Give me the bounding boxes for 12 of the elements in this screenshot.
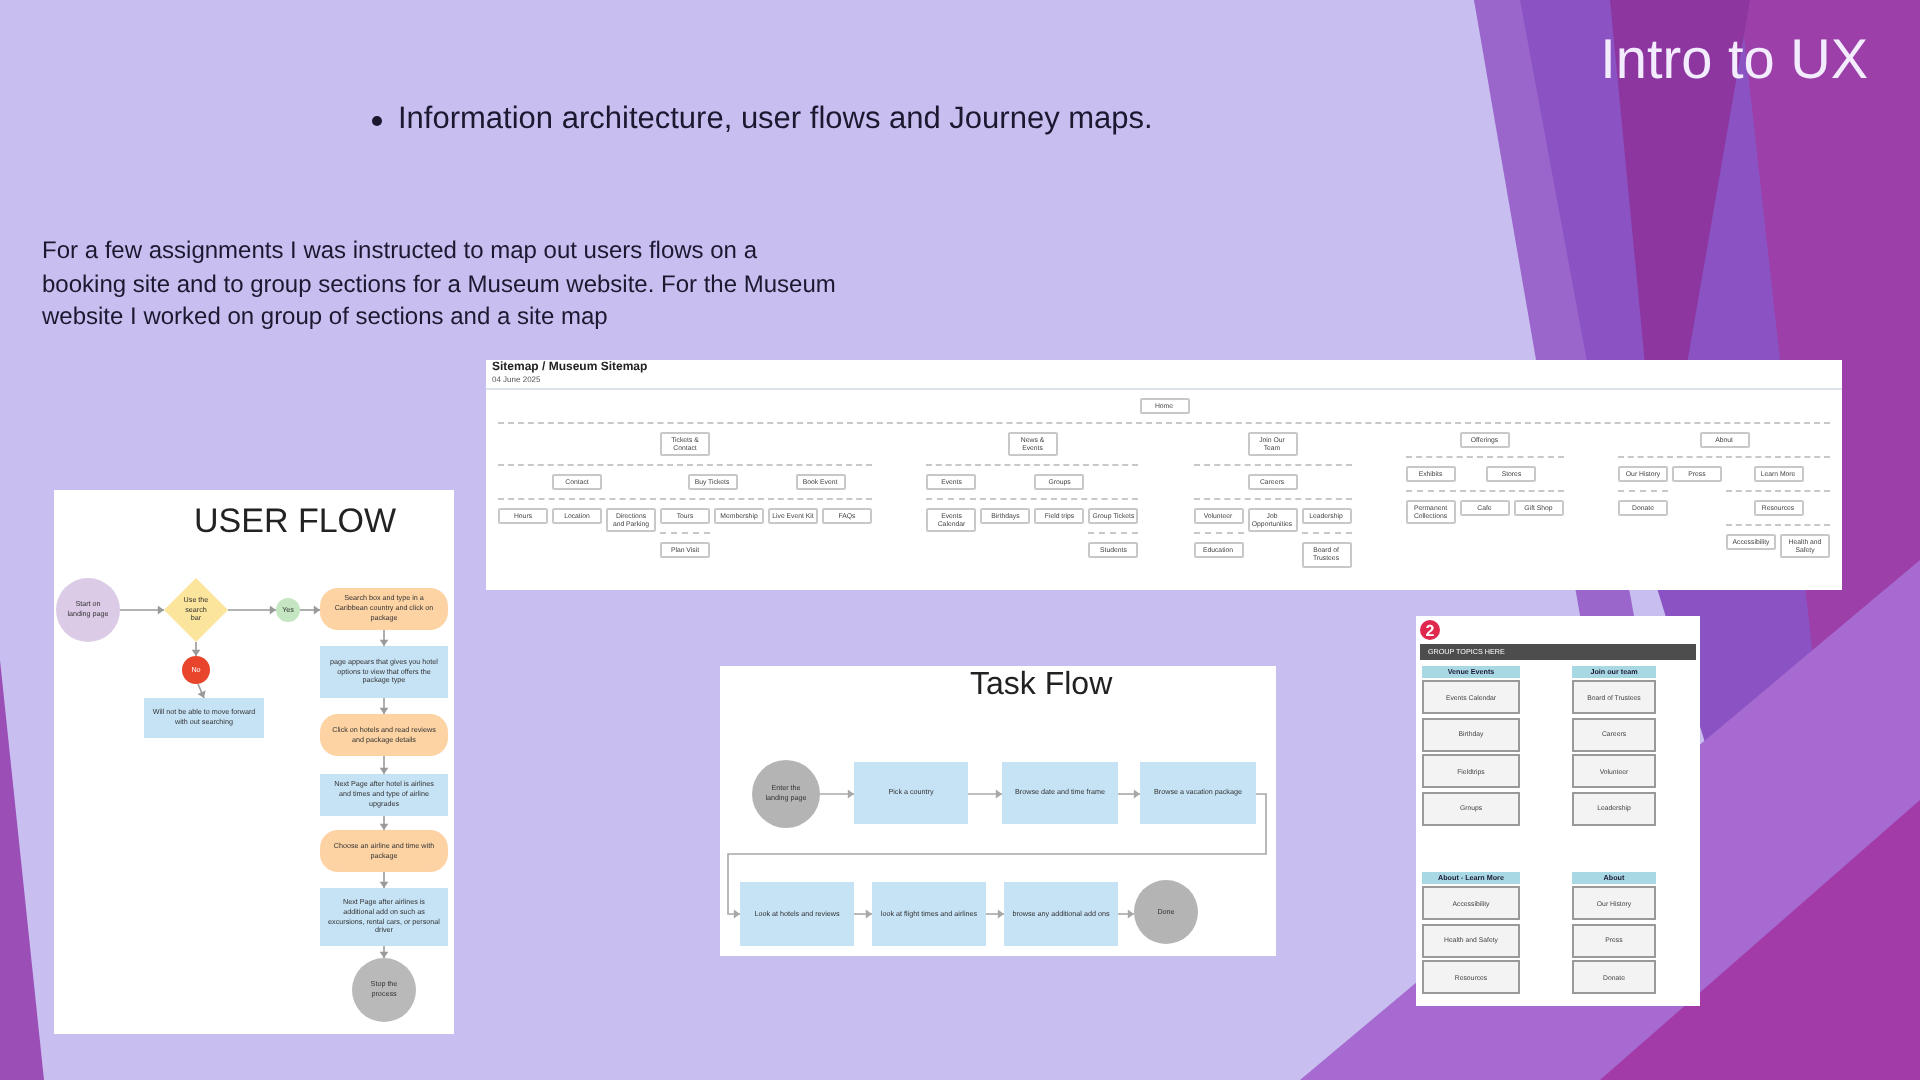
connector-arrow <box>227 605 277 615</box>
connector-arrow <box>379 755 389 775</box>
bullet-text: Information architecture, user flows and Journey maps. <box>398 102 1153 138</box>
description-paragraph: For a few assignments I was instructed to map out users flows on a booking site and to group sections for a Museum website. For the Museum website I worked on group of sections and a site map <box>42 234 838 333</box>
connector-arrow <box>299 605 321 615</box>
connector-arrow <box>191 641 201 657</box>
connector-arrow <box>119 605 165 615</box>
diagram-title: Task Flow <box>970 668 1113 704</box>
number-badge: 2 <box>1420 620 1440 640</box>
bullet-icon <box>372 115 382 125</box>
diagram-title: USER FLOW <box>194 502 397 542</box>
slide-title: Intro to UX <box>1600 28 1868 92</box>
